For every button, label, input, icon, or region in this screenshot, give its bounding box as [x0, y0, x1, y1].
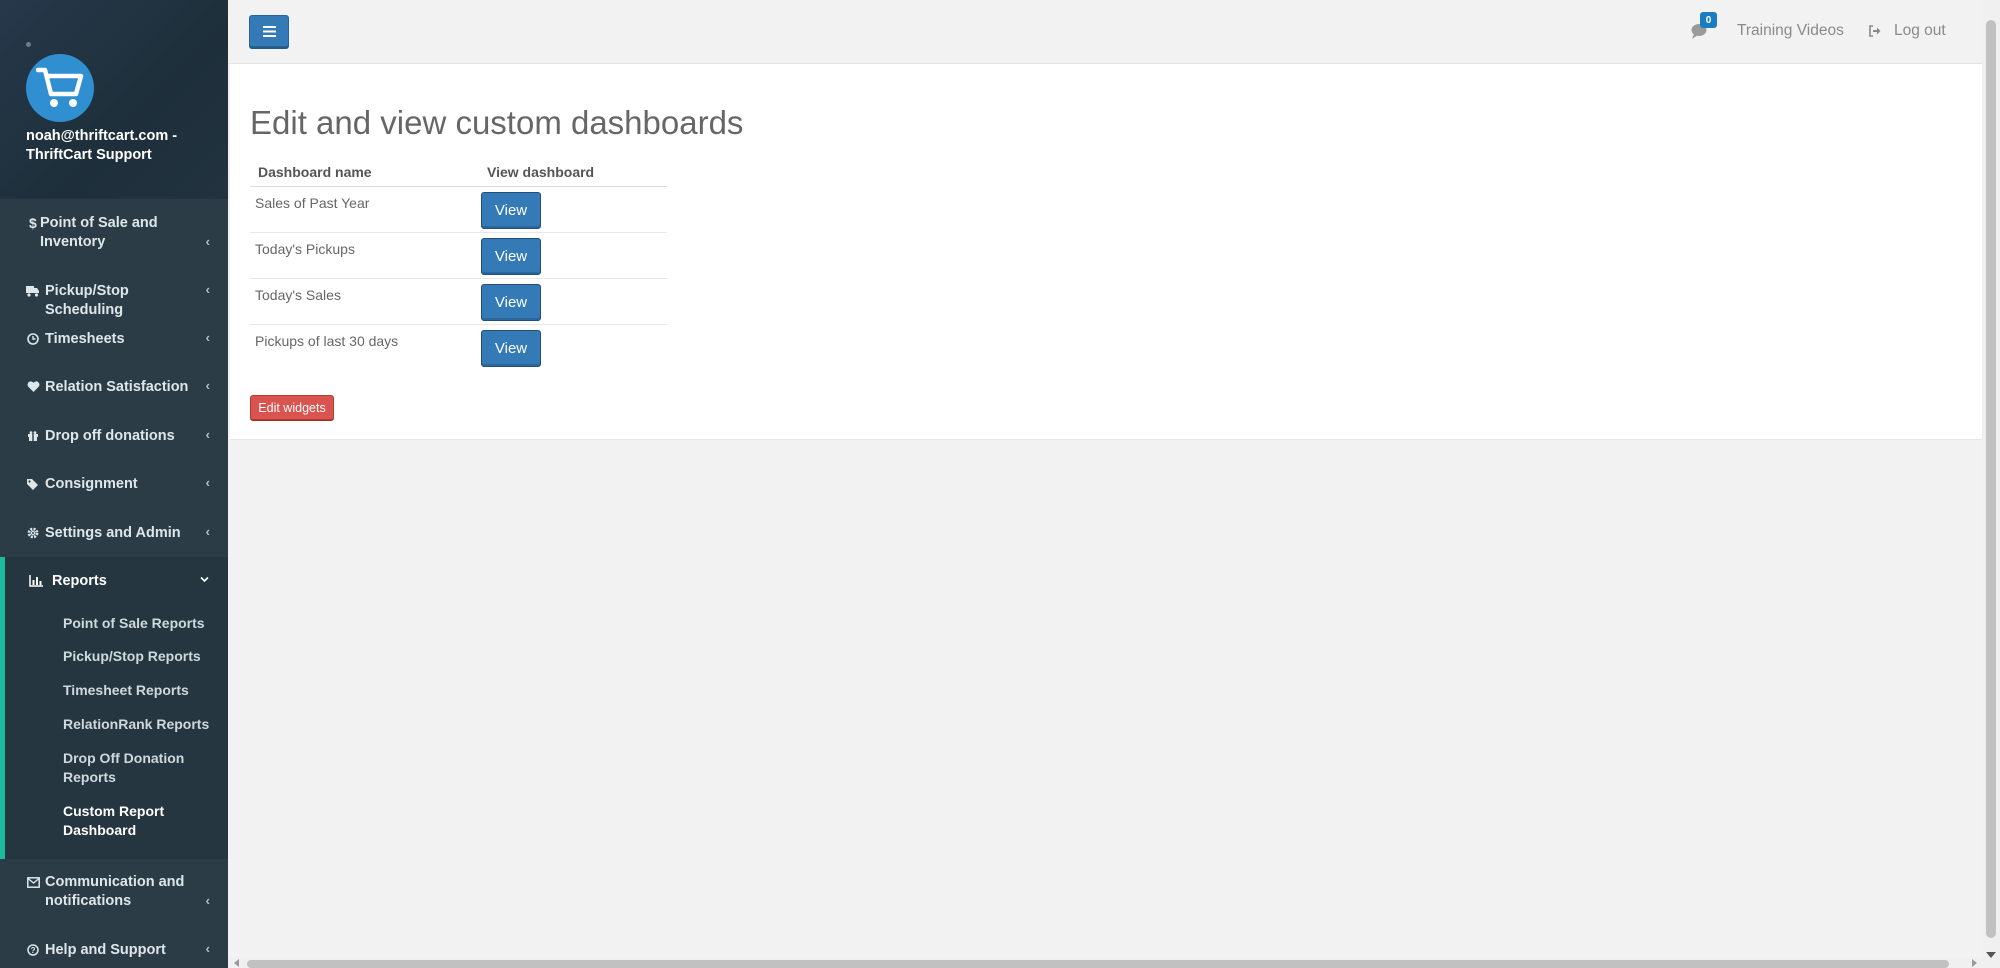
chat-count-badge: 0 — [1700, 12, 1717, 28]
sidebar-item-settings-admin[interactable]: Settings and Admin ‹ — [0, 524, 228, 546]
sidebar-item-label: Pickup/Stop Scheduling — [45, 283, 129, 318]
tags-icon — [26, 477, 40, 491]
view-dashboard-button[interactable]: View — [481, 330, 541, 367]
sidebar-item-consignment[interactable]: Consignment ‹ — [0, 475, 228, 497]
svg-text:$: $ — [29, 216, 37, 230]
chevron-left-icon: ‹ — [205, 941, 210, 956]
table-cell: View — [479, 186, 667, 233]
dashboard-name: Pickups of last 30 days — [250, 324, 479, 371]
sidebar-item-label: Consignment — [45, 476, 138, 492]
edit-widgets-button[interactable]: Edit widgets — [250, 395, 334, 420]
chevron-left-icon: ‹ — [205, 330, 210, 345]
dollar-icon: $ — [26, 216, 40, 230]
sidebar-subitem-custom-dashboard[interactable]: Custom Report Dashboard — [63, 802, 223, 840]
table-row: Pickups of last 30 days View — [250, 324, 667, 371]
horizontal-scrollbar[interactable] — [228, 958, 1982, 968]
scroll-down-arrow-icon[interactable] — [1986, 952, 1996, 958]
vertical-scrollbar[interactable] — [1982, 0, 2000, 968]
status-dot — [26, 42, 31, 47]
table-cell: View — [479, 324, 667, 371]
truck-icon — [26, 284, 40, 298]
svg-text:?: ? — [31, 946, 36, 955]
gear-icon — [26, 526, 40, 540]
table-row: Sales of Past Year View — [250, 186, 667, 233]
user-panel: noah@thriftcart.com - ThriftCart Support — [0, 0, 228, 198]
bar-chart-icon — [29, 574, 43, 588]
scroll-right-arrow-icon[interactable] — [1972, 959, 1977, 967]
vertical-scroll-thumb[interactable] — [1986, 20, 1996, 938]
view-dashboard-button[interactable]: View — [481, 192, 541, 229]
scroll-left-arrow-icon[interactable] — [234, 959, 239, 967]
dashboards-table: Dashboard name View dashboard Sales of P… — [250, 157, 667, 371]
table-cell: View — [479, 278, 667, 325]
sidebar-item-timesheets[interactable]: Timesheets ‹ — [0, 330, 228, 352]
sidebar-item-label: Relation Satisfaction — [45, 379, 189, 395]
sidebar-item-label: Communication and notifications — [45, 874, 185, 909]
sidebar-item-reports[interactable]: Reports — [0, 572, 228, 594]
table-row: Today's Sales View — [250, 278, 667, 325]
sidebar-item-drop-off-donations[interactable]: Drop off donations ‹ — [0, 427, 228, 449]
chevron-left-icon: ‹ — [205, 524, 210, 539]
sidebar-item-label: Drop off donations — [45, 428, 175, 444]
chevron-left-icon: ‹ — [205, 475, 210, 490]
sidebar: noah@thriftcart.com - ThriftCart Support… — [0, 0, 228, 968]
sidebar-item-label: Point of Sale and Inventory — [40, 215, 158, 250]
chevron-left-icon: ‹ — [205, 378, 210, 393]
column-header-dashboard-name: Dashboard name — [250, 157, 479, 187]
divider — [0, 198, 228, 199]
view-dashboard-button[interactable]: View — [481, 284, 541, 321]
training-videos-link[interactable]: Training Videos — [1737, 22, 1844, 40]
dashboard-name: Today's Sales — [250, 278, 479, 325]
sidebar-item-label: Help and Support — [45, 942, 166, 958]
sidebar-subitem-drop-off-reports[interactable]: Drop Off Donation Reports — [63, 749, 223, 787]
hamburger-icon — [262, 25, 276, 37]
sidebar-item-relation-satisfaction[interactable]: Relation Satisfaction ‹ — [0, 378, 228, 400]
sidebar-item-label: Settings and Admin — [45, 525, 181, 541]
sidebar-toggle-button[interactable] — [249, 15, 289, 47]
horizontal-scroll-thumb[interactable] — [247, 960, 1949, 968]
page-title: Edit and view custom dashboards — [250, 104, 744, 141]
chevron-down-icon — [200, 572, 209, 587]
sidebar-item-communication[interactable]: Communication and notifications ‹ — [0, 873, 228, 913]
clock-icon — [26, 332, 40, 346]
reports-section: Reports Point of Sale Reports Pickup/Sto… — [0, 557, 228, 859]
table-cell: View — [479, 232, 667, 279]
heart-icon — [26, 380, 40, 394]
gift-icon — [26, 429, 40, 443]
chevron-left-icon: ‹ — [205, 893, 210, 908]
sidebar-item-point-of-sale[interactable]: $ Point of Sale and Inventory ‹ — [0, 214, 228, 254]
view-dashboard-button[interactable]: View — [481, 238, 541, 275]
chevron-left-icon: ‹ — [205, 234, 210, 249]
cart-icon — [36, 67, 84, 107]
user-name: noah@thriftcart.com - ThriftCart Support — [26, 128, 178, 163]
table-header-row: Dashboard name View dashboard — [250, 157, 667, 187]
table-row: Today's Pickups View — [250, 232, 667, 279]
sidebar-item-label: Timesheets — [45, 331, 125, 347]
logout-link[interactable]: Log out — [1894, 22, 1946, 40]
dashboard-name: Today's Pickups — [250, 232, 479, 279]
chevron-left-icon: ‹ — [205, 427, 210, 442]
sidebar-item-pickup-scheduling[interactable]: Pickup/Stop Scheduling ‹ — [0, 282, 228, 318]
avatar[interactable] — [26, 54, 94, 122]
sidebar-subitem-timesheet-reports[interactable]: Timesheet Reports — [63, 681, 223, 700]
envelope-icon — [26, 875, 40, 889]
main-content: Edit and view custom dashboards Dashboar… — [230, 64, 1982, 440]
chevron-left-icon: ‹ — [205, 282, 210, 297]
sidebar-subitem-pickup-reports[interactable]: Pickup/Stop Reports — [63, 647, 223, 666]
column-header-view-dashboard: View dashboard — [479, 157, 667, 187]
question-icon: ? — [26, 943, 40, 957]
sidebar-item-help-support[interactable]: ? Help and Support ‹ — [0, 941, 228, 963]
sidebar-item-label: Reports — [52, 573, 107, 589]
top-bar: 0 Training Videos Log out — [228, 0, 1982, 64]
sidebar-subitem-pos-reports[interactable]: Point of Sale Reports — [63, 614, 223, 633]
sign-out-icon[interactable] — [1868, 24, 1882, 38]
sidebar-subitem-relationrank-reports[interactable]: RelationRank Reports — [63, 715, 223, 734]
dashboard-name: Sales of Past Year — [250, 186, 479, 233]
